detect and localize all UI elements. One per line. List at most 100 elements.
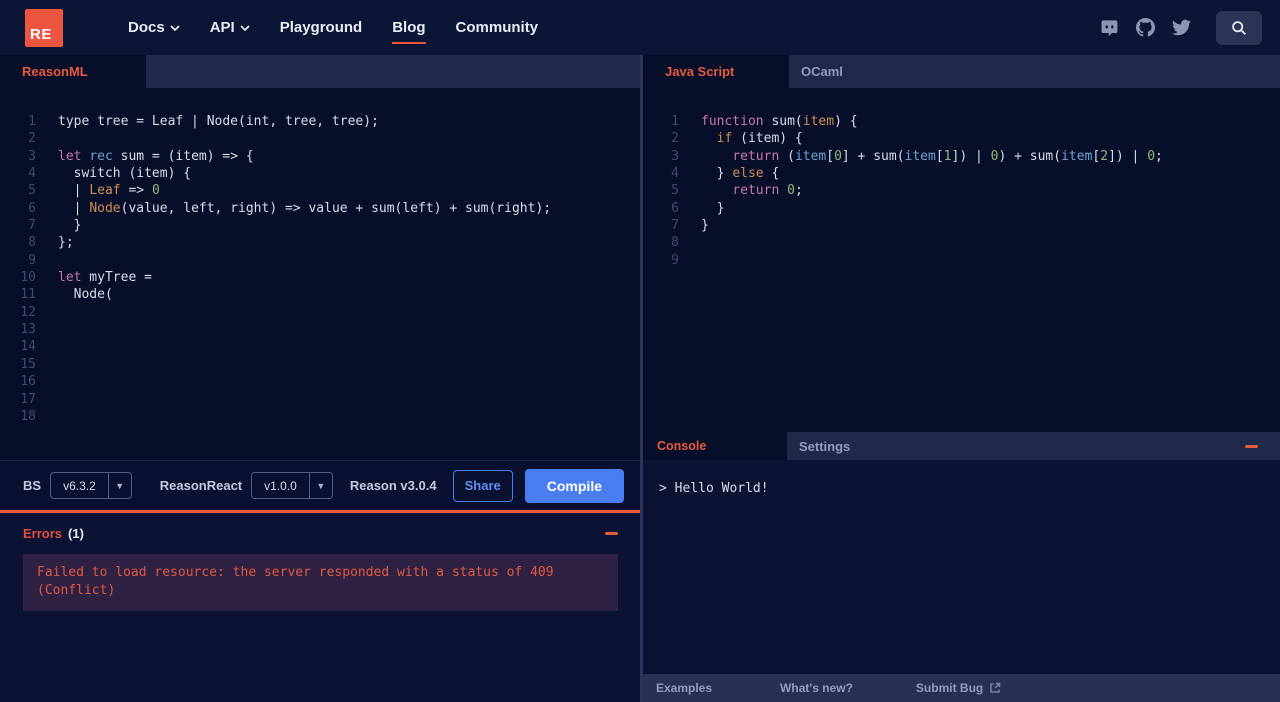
twitter-icon[interactable] [1172,18,1191,37]
reason-tabbar: ReasonML [0,55,640,88]
line-number: 15 [20,356,36,372]
tab-console[interactable]: Console [643,432,787,460]
submit-bug-link[interactable]: Submit Bug [916,681,1001,695]
line-number: 2 [671,131,679,147]
code-line: 11 Node( [0,286,640,303]
line-number: 5 [671,183,679,199]
error-message: Failed to load resource: the server resp… [37,565,562,598]
collapse-console-button[interactable] [1245,444,1258,448]
line-number: 2 [28,131,36,147]
line-number: 11 [20,287,36,303]
code-line: 1 function sum(item) { [643,113,1280,130]
nav-label: API [209,19,235,36]
reasonreact-version-select[interactable]: v1.0.0 ▼ [251,472,333,499]
logo-text: RE [30,25,52,43]
nav-item-playground[interactable]: Playground [280,19,363,36]
tab-javascript[interactable]: Java Script [643,55,789,88]
collapse-errors-button[interactable] [605,532,618,535]
console-line: > Hello World! [659,481,769,496]
share-button[interactable]: Share [452,469,513,502]
line-number: 9 [28,252,36,268]
code-line: 8 [643,234,1280,251]
code-line: 10 let myTree = [0,269,640,286]
line-number: 18 [20,408,36,424]
github-icon[interactable] [1136,18,1155,37]
whats-new-link[interactable]: What's new? [780,681,853,695]
code-line: 4 switch (item) { [0,165,640,182]
bs-version-select[interactable]: v6.3.2 ▼ [50,472,132,499]
chevron-down-icon [240,24,250,31]
chevron-down-icon: ▼ [308,473,332,498]
line-number: 16 [20,374,36,390]
line-number: 5 [28,183,36,199]
line-number: 10 [20,270,36,286]
nav-item-blog[interactable]: Blog [392,19,426,44]
code-line: 17 [0,391,640,408]
errors-panel: Errors (1) Failed to load resource: the … [0,510,640,702]
line-number: 4 [28,166,36,182]
code-line: 3 return (item[0] + sum(item[1]) | 0) + … [643,148,1280,165]
nav-item-api[interactable]: API [210,19,250,36]
search-icon [1232,20,1246,35]
line-number: 14 [20,339,36,355]
code-line: 12 [0,304,640,321]
submit-bug-label: Submit Bug [915,681,984,695]
line-number: 6 [671,200,679,216]
code-line: 13 [0,321,640,338]
bs-version-value: v6.3.2 [63,478,96,493]
nav-item-docs[interactable]: Docs [128,19,180,36]
tab-reasonml[interactable]: ReasonML [0,55,146,88]
code-line: 4 } else { [643,165,1280,182]
line-number: 4 [671,166,679,182]
line-number: 8 [28,235,36,251]
output-pane: Java Script OCaml 1 function sum(item) {2… [640,55,1280,702]
chevron-down-icon [170,24,180,31]
navbar-icons [1100,10,1262,45]
minus-icon [1245,444,1258,448]
output-tabbar: Java Script OCaml [643,55,1280,88]
nav-item-community[interactable]: Community [456,19,539,36]
nav-label: Docs [128,19,165,36]
tab-ocaml[interactable]: OCaml [789,55,855,88]
error-message-box: Failed to load resource: the server resp… [23,554,618,611]
nav-label: Playground [279,19,363,36]
search-button[interactable] [1216,10,1262,45]
console-footer: Examples What's new? Submit Bug [643,674,1280,702]
reason-logo[interactable]: RE [25,8,63,47]
line-number: 3 [671,148,679,164]
bs-label: BS [23,478,42,493]
code-line: 8}; [0,234,640,251]
discord-icon[interactable] [1100,18,1119,37]
code-line: 1 type tree = Leaf | Node(int, tree, tree… [0,113,640,130]
compiler-controls: BS v6.3.2 ▼ ReasonReact v1.0.0 ▼ Reason … [0,460,640,510]
tab-settings[interactable]: Settings [787,432,862,460]
errors-count-badge: (1) [68,526,84,541]
line-number: 7 [671,218,679,234]
line-number: 1 [671,114,679,129]
reasonreact-version-value: v1.0.0 [264,478,297,493]
code-line: 7 } [0,217,640,234]
line-number: 17 [20,391,36,407]
reason-version-label: Reason v3.0.4 [349,478,437,493]
line-number: 6 [28,200,36,216]
external-link-icon [990,682,1001,693]
console-tabbar: Console Settings [643,432,1280,460]
code-line: 6 } [643,200,1280,217]
code-line: 7} [643,217,1280,234]
reasonreact-label: ReasonReact [159,478,243,493]
playground-main: ReasonML 1 type tree = Leaf | Node(int, t… [0,55,1280,702]
compile-button[interactable]: Compile [524,468,624,503]
code-line: 14 [0,338,640,355]
javascript-output-editor[interactable]: 1 function sum(item) {2 if (item) {3 retu… [643,88,1280,432]
line-number: 8 [671,235,679,251]
code-line: 6 | Node(value, left, right) => value + … [0,200,640,217]
line-number: 12 [20,304,36,320]
chevron-down-icon: ▼ [107,473,131,498]
code-line: 16 [0,373,640,390]
console-output: > Hello World! [643,460,1280,674]
examples-link[interactable]: Examples [656,681,712,695]
reason-pane: ReasonML 1 type tree = Leaf | Node(int, t… [0,55,640,702]
code-line: 2 if (item) { [643,130,1280,147]
reason-code-editor[interactable]: 1 type tree = Leaf | Node(int, tree, tree… [0,88,640,460]
code-line: 18 [0,408,640,425]
